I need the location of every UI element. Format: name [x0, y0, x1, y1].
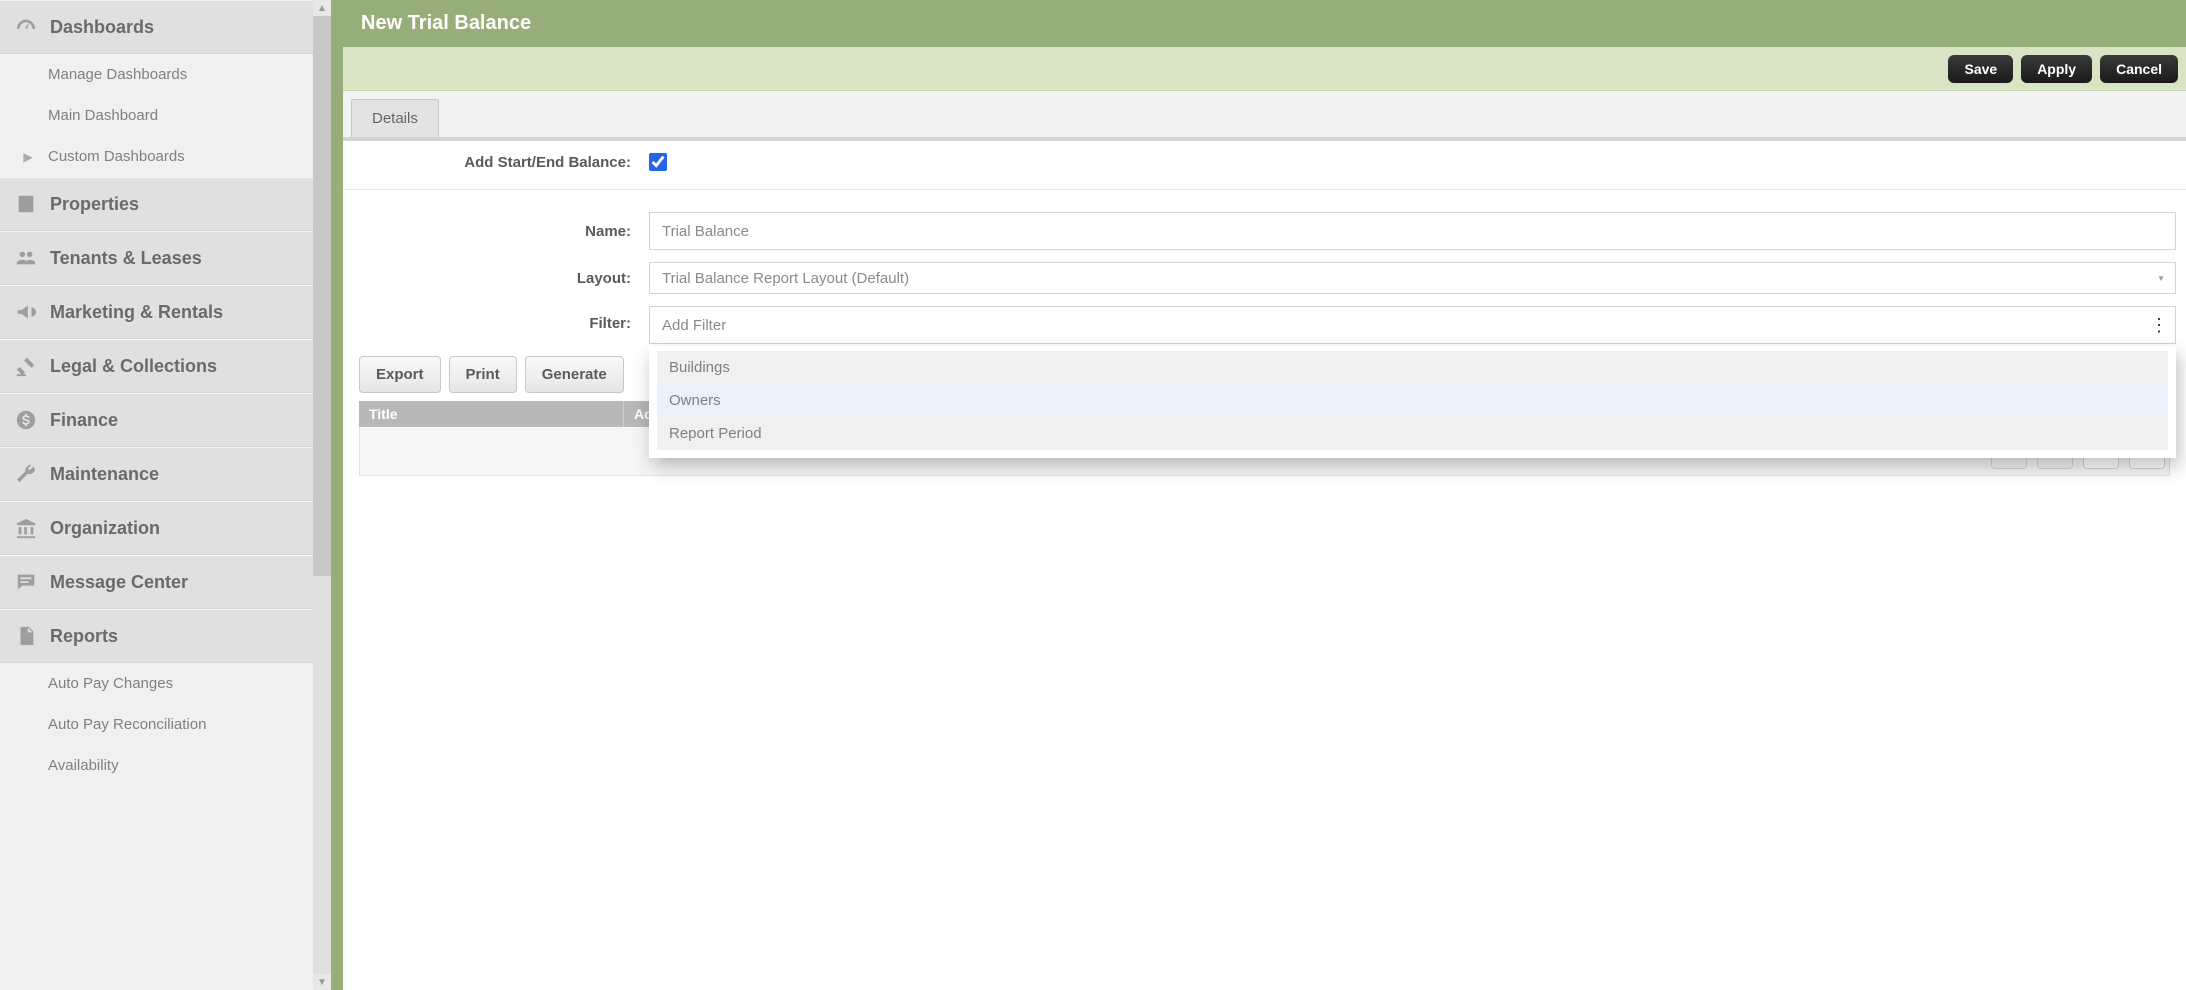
sidebar-sub-label: Custom Dashboards [48, 148, 185, 165]
layout-select[interactable]: Trial Balance Report Layout (Default) [649, 262, 2176, 294]
generate-button[interactable]: Generate [525, 356, 624, 393]
add-balance-label: Add Start/End Balance: [353, 154, 649, 171]
tabs: Details [343, 91, 2186, 141]
add-balance-checkbox[interactable] [649, 153, 667, 171]
tab-details[interactable]: Details [351, 99, 439, 137]
save-button[interactable]: Save [1948, 55, 2013, 83]
filter-option-buildings[interactable]: Buildings [657, 351, 2168, 384]
filter-dropdown: Buildings Owners Report Period [649, 346, 2176, 458]
sidebar-label: Maintenance [50, 464, 159, 485]
people-icon [14, 247, 38, 269]
name-label: Name: [353, 223, 649, 240]
action-toolbar: Save Apply Cancel [343, 47, 2186, 91]
export-button[interactable]: Export [359, 356, 441, 393]
sidebar-label: Finance [50, 410, 118, 431]
sidebar-section-legal[interactable]: Legal & Collections [0, 339, 313, 393]
dollar-icon [14, 409, 38, 431]
sidebar-label: Organization [50, 518, 160, 539]
name-input[interactable] [649, 212, 2176, 250]
wrench-icon [14, 463, 38, 485]
filter-placeholder: Add Filter [662, 317, 726, 334]
sidebar-section-tenants[interactable]: Tenants & Leases [0, 231, 313, 285]
filter-kebab-icon[interactable]: ⋮ [2150, 316, 2168, 334]
sidebar-label: Marketing & Rentals [50, 302, 223, 323]
institution-icon [14, 517, 38, 539]
sidebar-label: Tenants & Leases [50, 248, 202, 269]
sidebar-section-dashboards[interactable]: Dashboards [0, 0, 313, 54]
document-icon [14, 625, 38, 647]
sidebar-item-custom-dashboards[interactable]: ▶ Custom Dashboards [0, 136, 313, 177]
sidebar-item-main-dashboard[interactable]: Main Dashboard [0, 95, 313, 136]
sidebar-label: Reports [50, 626, 118, 647]
sidebar-item-manage-dashboards[interactable]: Manage Dashboards [0, 54, 313, 95]
sidebar-scrollbar[interactable]: ▲ ▼ [313, 0, 331, 990]
scroll-down-icon[interactable]: ▼ [313, 974, 331, 990]
building-icon [14, 193, 38, 215]
gauge-icon [14, 16, 38, 38]
sidebar-label: Properties [50, 194, 139, 215]
sidebar-section-message-center[interactable]: Message Center [0, 555, 313, 609]
filter-option-report-period[interactable]: Report Period [657, 417, 2168, 450]
grid-col-title[interactable]: Title [359, 401, 624, 427]
cancel-button[interactable]: Cancel [2100, 55, 2178, 83]
sidebar-label: Legal & Collections [50, 356, 217, 377]
filter-input[interactable]: Add Filter [649, 306, 2176, 344]
sidebar-section-reports[interactable]: Reports [0, 609, 313, 663]
sidebar: Dashboards Manage Dashboards Main Dashbo… [0, 0, 313, 990]
sidebar-item-auto-pay-reconciliation[interactable]: Auto Pay Reconciliation [0, 704, 313, 745]
sidebar-label: Message Center [50, 572, 188, 593]
sidebar-item-auto-pay-changes[interactable]: Auto Pay Changes [0, 663, 313, 704]
layout-label: Layout: [353, 270, 649, 287]
sidebar-section-finance[interactable]: Finance [0, 393, 313, 447]
sidebar-item-availability[interactable]: Availability [0, 745, 313, 786]
scroll-up-icon[interactable]: ▲ [313, 0, 331, 16]
vertical-divider [331, 0, 343, 990]
sidebar-section-marketing[interactable]: Marketing & Rentals [0, 285, 313, 339]
sidebar-label: Dashboards [50, 17, 154, 38]
sidebar-section-organization[interactable]: Organization [0, 501, 313, 555]
page-title: New Trial Balance [343, 0, 2186, 47]
filter-label: Filter: [353, 306, 649, 332]
chevron-right-icon: ▶ [16, 150, 40, 164]
apply-button[interactable]: Apply [2021, 55, 2092, 83]
chat-icon [14, 571, 38, 593]
bullhorn-icon [14, 301, 38, 323]
print-button[interactable]: Print [449, 356, 517, 393]
sidebar-section-properties[interactable]: Properties [0, 177, 313, 231]
layout-value: Trial Balance Report Layout (Default) [662, 270, 909, 287]
sidebar-section-maintenance[interactable]: Maintenance [0, 447, 313, 501]
filter-option-owners[interactable]: Owners [657, 384, 2168, 417]
gavel-icon [14, 355, 38, 377]
scrollbar-thumb[interactable] [313, 16, 331, 576]
